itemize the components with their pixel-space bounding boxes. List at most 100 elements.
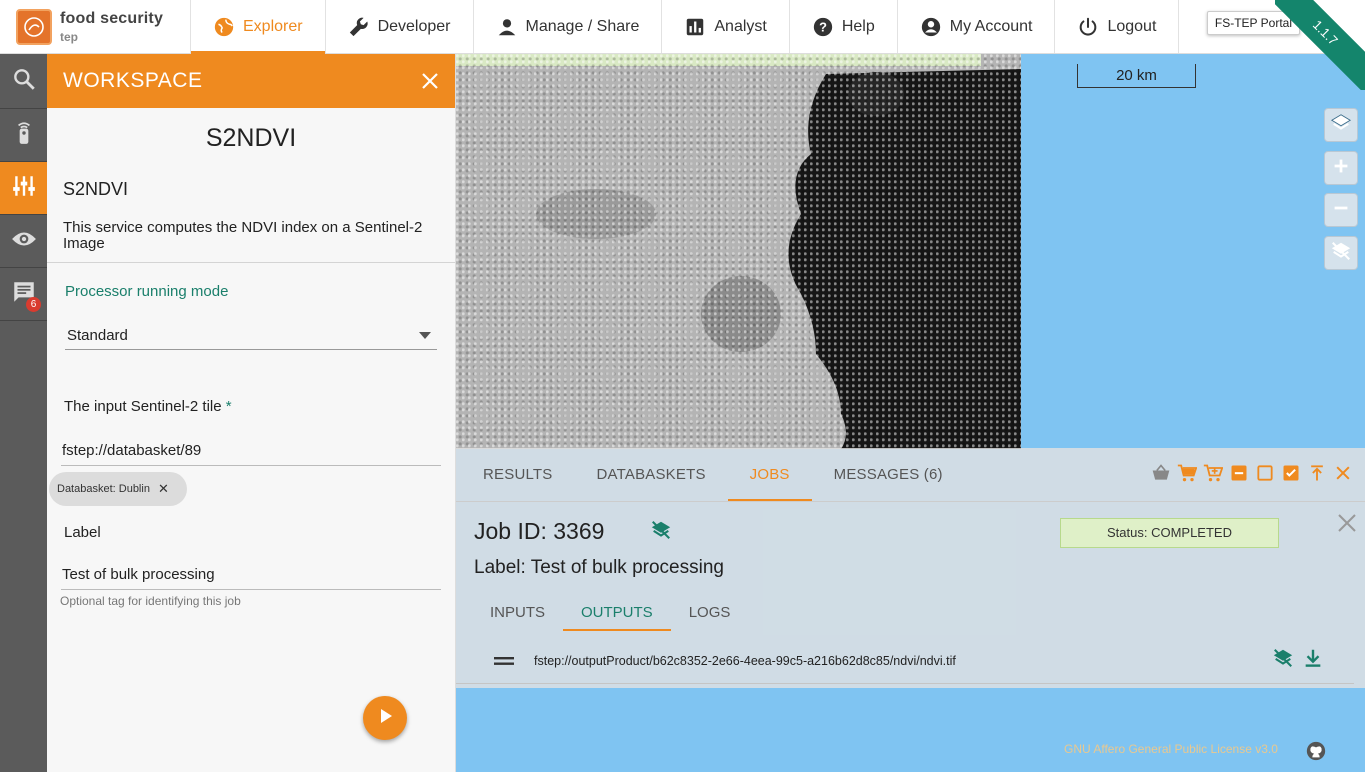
sliders-icon: [11, 173, 37, 204]
service-description: This service computes the NDVI index on …: [63, 219, 423, 252]
chevron-down-icon: [419, 332, 431, 339]
clear-layers-button[interactable]: [1324, 236, 1358, 270]
results-panel: RESULTS DATABASKETS JOBS MESSAGES (6) Jo…: [456, 448, 1365, 688]
service-name: S2NDVI: [63, 179, 129, 199]
nav-help[interactable]: ? Help: [790, 0, 898, 53]
tab-inputs[interactable]: INPUTS: [472, 594, 563, 630]
rail-messages[interactable]: 6: [0, 268, 47, 321]
search-icon: [11, 66, 37, 97]
layers-icon: [1330, 112, 1352, 139]
job-label-hint: Optional tag for identifying this job: [60, 594, 241, 608]
messages-count-badge: 6: [26, 297, 41, 312]
output-path: fstep://outputProduct/b62c8352-2e66-4eea…: [534, 653, 956, 668]
job-id: Job ID: 3369: [474, 518, 605, 544]
brand-name: food security: [60, 9, 164, 27]
chart-icon: [684, 16, 706, 38]
power-icon: [1077, 16, 1099, 38]
drag-handle-icon[interactable]: [494, 654, 514, 668]
close-panel-icon[interactable]: [1333, 462, 1353, 484]
zoom-in-button[interactable]: [1324, 151, 1358, 185]
layers-off-icon: [1330, 240, 1352, 267]
minus-icon: [1330, 197, 1352, 224]
cart-icon[interactable]: [1177, 462, 1197, 484]
close-icon[interactable]: [1336, 512, 1358, 534]
job-subtabs: INPUTS OUTPUTS LOGS: [472, 594, 749, 631]
layers-button[interactable]: [1324, 108, 1358, 142]
nav-analyst-label: Analyst: [714, 17, 767, 35]
nav-help-label: Help: [841, 17, 875, 35]
layers-off-icon[interactable]: [650, 519, 672, 541]
workspace-title: WORKSPACE: [63, 69, 203, 92]
running-mode-label: Processor running mode: [65, 283, 229, 300]
remote-icon: [11, 120, 37, 151]
workspace-panel: WORKSPACE S2NDVI S2NDVI This service com…: [47, 54, 456, 772]
version-ribbon: 1.1.7: [1275, 0, 1365, 90]
workspace-header: WORKSPACE: [47, 54, 455, 108]
rail-search[interactable]: [0, 54, 47, 109]
download-icon[interactable]: [1302, 647, 1324, 674]
github-icon[interactable]: [1305, 740, 1327, 762]
left-rail: 6: [0, 54, 47, 772]
nav-my-account[interactable]: My Account: [898, 0, 1056, 53]
job-label-field[interactable]: Test of bulk processing: [61, 566, 441, 590]
nav-explorer[interactable]: Explorer: [191, 0, 326, 54]
nav-analyst[interactable]: Analyst: [662, 0, 790, 53]
cart-add-icon[interactable]: [1203, 462, 1223, 484]
rail-workspace[interactable]: [0, 162, 47, 215]
account-icon: [920, 16, 942, 38]
tab-databaskets[interactable]: DATABASKETS: [574, 448, 727, 501]
expand-up-icon[interactable]: [1307, 462, 1327, 484]
license-link[interactable]: GNU Affero General Public License v3.0: [1064, 742, 1278, 756]
run-button[interactable]: [363, 696, 407, 740]
help-icon: ?: [812, 16, 834, 38]
divider: [47, 262, 455, 263]
nav-logout[interactable]: Logout: [1055, 0, 1180, 53]
plus-icon: [1330, 155, 1352, 182]
running-mode-select[interactable]: Standard: [65, 322, 437, 350]
tab-results[interactable]: RESULTS: [461, 448, 574, 501]
brand-sub: tep: [60, 29, 78, 44]
running-mode-value: Standard: [67, 327, 128, 344]
select-none-icon[interactable]: [1255, 462, 1275, 484]
brand[interactable]: food security tep: [0, 0, 191, 53]
person-icon: [496, 16, 518, 38]
databasket-chip-label: Databasket: Dublin: [57, 483, 150, 495]
food-security-logo: [16, 8, 52, 45]
play-icon: [375, 706, 395, 731]
nav-developer-label: Developer: [377, 17, 451, 35]
sat-texture: [456, 54, 1021, 449]
databasket-chip[interactable]: Databasket: Dublin ✕: [49, 472, 187, 506]
nav-explorer-label: Explorer: [243, 17, 303, 35]
zoom-out-button[interactable]: [1324, 193, 1358, 227]
deselect-icon[interactable]: [1229, 462, 1249, 484]
select-all-icon[interactable]: [1281, 462, 1301, 484]
input-tile-label: The input Sentinel-2 tile *: [64, 398, 232, 415]
tab-outputs[interactable]: OUTPUTS: [563, 594, 671, 631]
results-toolbar: [1151, 462, 1353, 484]
tab-jobs[interactable]: JOBS: [727, 448, 812, 501]
nav-manage-share-label: Manage / Share: [525, 17, 640, 35]
basket-icon[interactable]: [1151, 462, 1171, 484]
job-label: Label: Test of bulk processing: [474, 557, 724, 578]
map-scale-bar: 20 km: [1077, 64, 1196, 88]
eye-icon: [11, 226, 37, 257]
globe-icon: [213, 16, 235, 38]
wrench-icon: [348, 16, 370, 38]
top-navbar: food security tep Explorer Developer Man…: [0, 0, 1365, 54]
service-title: S2NDVI: [205, 124, 297, 152]
version-label: 1.1.7: [1275, 0, 1365, 90]
tab-messages[interactable]: MESSAGES (6): [812, 448, 965, 501]
input-tile-field[interactable]: fstep://databasket/89: [61, 442, 441, 466]
close-icon[interactable]: [419, 70, 441, 92]
required-marker: *: [225, 398, 232, 415]
rail-visibility[interactable]: [0, 215, 47, 268]
output-row[interactable]: fstep://outputProduct/b62c8352-2e66-4eea…: [456, 638, 1354, 684]
svg-text:?: ?: [819, 19, 827, 34]
nav-developer[interactable]: Developer: [326, 0, 474, 53]
chip-close-icon[interactable]: ✕: [158, 481, 169, 497]
tab-logs[interactable]: LOGS: [671, 594, 749, 630]
status-badge: Status: COMPLETED: [1060, 518, 1279, 548]
nav-manage-share[interactable]: Manage / Share: [474, 0, 663, 53]
rail-services[interactable]: [0, 109, 47, 162]
layers-off-icon[interactable]: [1272, 647, 1294, 674]
